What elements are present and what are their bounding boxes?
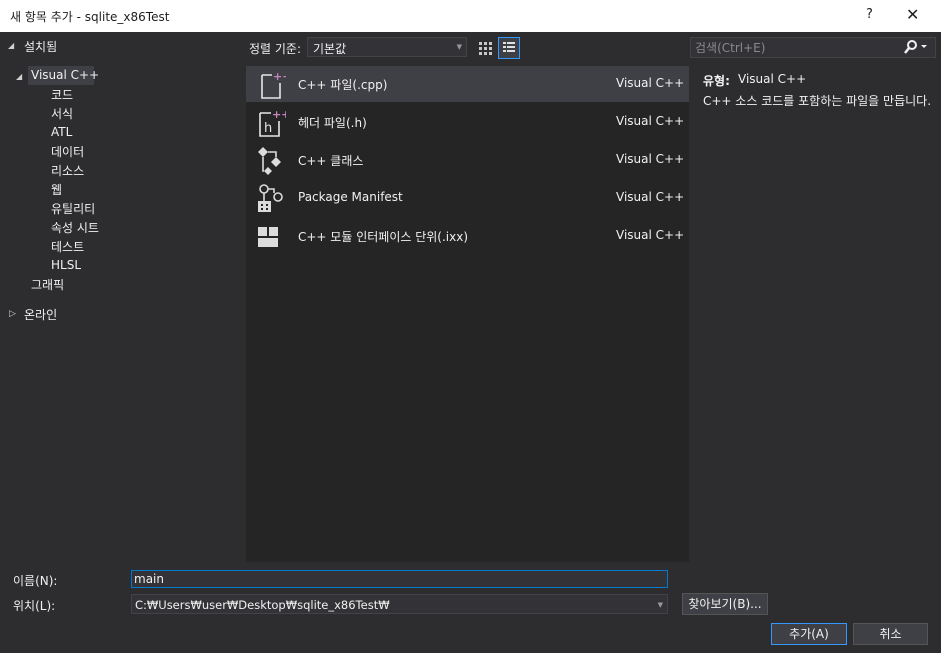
template-item-header-file[interactable]: h ++ 헤더 파일(.h) Visual C++ <box>246 104 689 140</box>
template-language: Visual C++ <box>616 152 685 166</box>
template-description: C++ 소스 코드를 포함하는 파일을 만듭니다. <box>703 94 932 108</box>
svg-text:++: ++ <box>273 70 286 83</box>
list-view-icon <box>503 42 515 52</box>
location-dropdown[interactable]: C:₩Users₩user₩Desktop₩sqlite_x86Test₩ ▼ <box>131 594 668 614</box>
expand-arrow-icon[interactable]: ▷ <box>9 309 16 319</box>
search-input[interactable] <box>691 38 909 57</box>
location-label: 위치(L): <box>13 599 56 613</box>
sort-label: 정렬 기준: <box>249 42 302 56</box>
search-box[interactable] <box>690 37 936 58</box>
tree-node-child[interactable]: 데이터 <box>51 143 84 160</box>
template-name: 헤더 파일(.h) <box>298 116 367 130</box>
list-view-button[interactable] <box>498 37 520 59</box>
tree-node-child[interactable]: 유틸리티 <box>51 200 95 217</box>
category-tree <box>0 32 245 564</box>
title-bar: 새 항목 추가 - sqlite_x86Test ? ✕ <box>0 0 941 32</box>
header-file-icon: h ++ <box>256 107 290 137</box>
tree-node-child[interactable]: 리소스 <box>51 162 84 179</box>
sort-dropdown[interactable]: 기본값 ▼ <box>307 37 467 57</box>
grid-view-button[interactable] <box>474 37 496 59</box>
window-title: 새 항목 추가 - sqlite_x86Test <box>10 10 170 24</box>
template-item-module-interface[interactable]: C++ 모듈 인터페이스 단위(.ixx) Visual C++ <box>246 218 689 254</box>
template-name: C++ 파일(.cpp) <box>298 78 388 92</box>
tree-node-child[interactable]: 코드 <box>51 86 73 103</box>
module-interface-icon <box>256 221 286 251</box>
type-label: 유형: <box>703 74 730 88</box>
name-field[interactable] <box>131 570 668 588</box>
template-language: Visual C++ <box>616 76 685 90</box>
chevron-down-icon: ▼ <box>456 43 462 51</box>
template-name: C++ 클래스 <box>298 154 364 168</box>
close-button[interactable]: ✕ <box>906 5 919 24</box>
chevron-down-icon: ▼ <box>657 601 663 609</box>
template-language: Visual C++ <box>616 228 685 242</box>
template-item-package-manifest[interactable]: Package Manifest Visual C++ <box>246 180 689 216</box>
tree-node-child[interactable]: ATL <box>51 125 72 139</box>
template-list: ++ C++ 파일(.cpp) Visual C++ h ++ 헤더 파일(.h… <box>246 66 689 562</box>
browse-button[interactable]: 찾아보기(B)... <box>682 593 768 615</box>
help-button[interactable]: ? <box>866 7 873 22</box>
cancel-button[interactable]: 취소 <box>853 623 928 645</box>
tree-node-child[interactable]: 웹 <box>51 181 62 198</box>
tree-node-graphics[interactable]: 그래픽 <box>31 276 64 293</box>
type-value: Visual C++ <box>738 72 807 86</box>
template-name: Package Manifest <box>298 190 403 204</box>
template-item-cpp-class[interactable]: C++ 클래스 Visual C++ <box>246 142 689 178</box>
add-button[interactable]: 추가(A) <box>771 623 847 645</box>
sort-value: 기본값 <box>313 42 347 56</box>
cpp-file-icon: ++ <box>256 69 291 99</box>
location-value: C:₩Users₩user₩Desktop₩sqlite_x86Test₩ <box>135 598 390 612</box>
search-icon[interactable] <box>903 39 929 59</box>
template-language: Visual C++ <box>616 190 685 204</box>
svg-text:h: h <box>264 121 272 136</box>
tree-node-child[interactable]: HLSL <box>51 258 81 272</box>
template-language: Visual C++ <box>616 114 685 128</box>
details-pane: 유형: Visual C++ C++ 소스 코드를 포함하는 파일을 만듭니다. <box>690 62 940 562</box>
tree-node-visual-cpp[interactable]: Visual C++ <box>31 68 99 82</box>
name-input[interactable] <box>132 571 667 587</box>
collapse-arrow-icon[interactable]: ◢ <box>16 72 22 81</box>
name-label: 이름(N): <box>13 574 58 588</box>
tree-node-child[interactable]: 속성 시트 <box>51 219 99 236</box>
package-manifest-icon <box>256 183 286 213</box>
cpp-class-icon <box>256 145 286 175</box>
template-item-cpp-file[interactable]: ++ C++ 파일(.cpp) Visual C++ <box>246 66 689 102</box>
tree-node-child[interactable]: 테스트 <box>51 238 84 255</box>
collapse-arrow-icon[interactable]: ◢ <box>8 41 14 50</box>
tree-node-child[interactable]: 서식 <box>51 105 73 122</box>
tree-node-installed[interactable]: 설치됨 <box>24 38 57 55</box>
template-name: C++ 모듈 인터페이스 단위(.ixx) <box>298 230 469 244</box>
svg-text:++: ++ <box>272 108 286 121</box>
tree-node-online[interactable]: 온라인 <box>24 306 57 323</box>
grid-view-icon <box>479 42 492 55</box>
